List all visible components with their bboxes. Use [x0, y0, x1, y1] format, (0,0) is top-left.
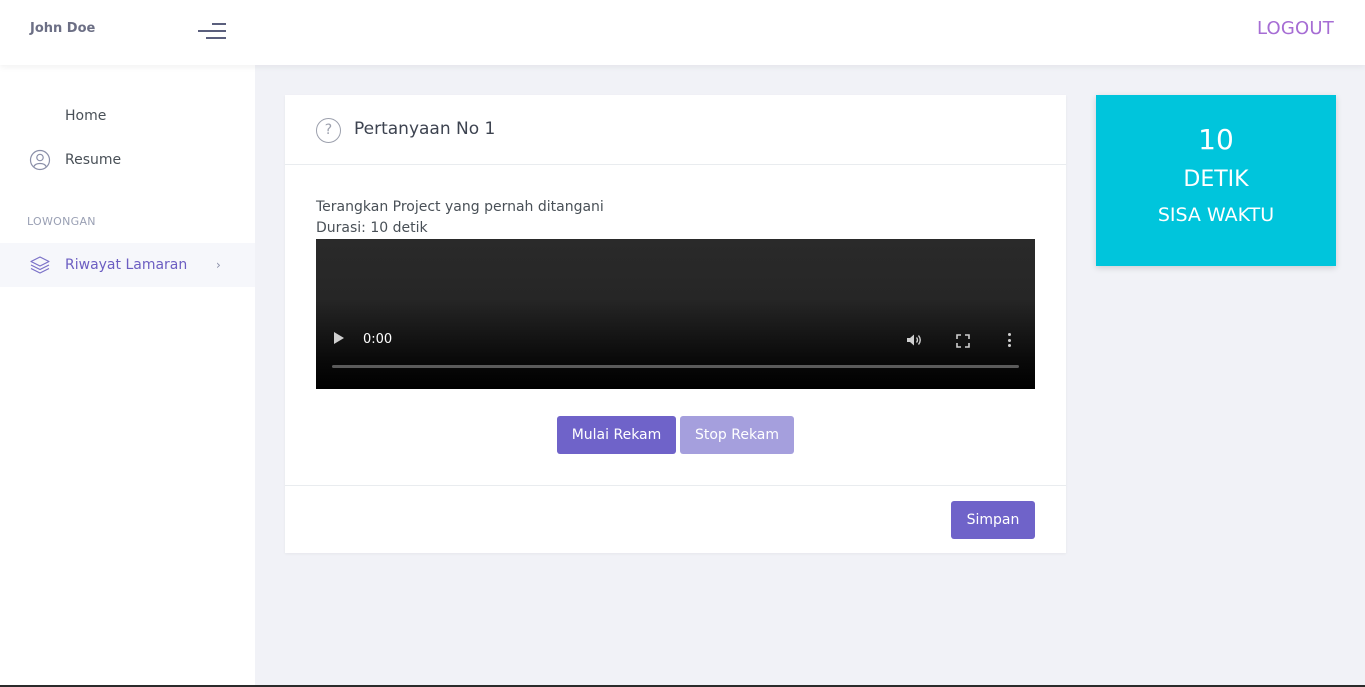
timer-value: 10: [1198, 123, 1234, 156]
video-progress-bar[interactable]: [332, 365, 1019, 368]
sidebar-section-label: LOWONGAN: [27, 215, 96, 228]
menu-toggle-icon[interactable]: [198, 22, 226, 40]
save-button[interactable]: Simpan: [951, 501, 1035, 539]
sidebar-item-label: Riwayat Lamaran: [65, 257, 188, 273]
logout-link[interactable]: LOGOUT: [1257, 18, 1334, 39]
top-bar: John Doe LOGOUT: [0, 0, 1365, 65]
timer-label: SISA WAKTU: [1157, 204, 1275, 226]
start-record-button[interactable]: Mulai Rekam: [557, 416, 676, 454]
question-circle-icon: ?: [316, 118, 341, 143]
sidebar-item-label: Home: [65, 108, 107, 124]
card-divider: [285, 485, 1066, 486]
chevron-right-icon: ›: [216, 258, 221, 272]
sidebar-item-resume[interactable]: Resume: [0, 138, 255, 182]
volume-icon[interactable]: [906, 332, 924, 346]
sidebar-item-riwayat-lamaran[interactable]: Riwayat Lamaran ›: [0, 243, 255, 287]
video-player[interactable]: 0:00: [316, 239, 1035, 389]
card-header: ? Pertanyaan No 1: [285, 95, 1066, 165]
more-options-icon[interactable]: [1008, 333, 1012, 347]
play-icon[interactable]: [334, 332, 344, 344]
sidebar-item-home[interactable]: Home: [0, 94, 255, 138]
layers-icon: [29, 254, 51, 276]
countdown-timer: 10 DETIK SISA WAKTU: [1096, 95, 1336, 266]
timer-unit: DETIK: [1183, 167, 1249, 192]
user-circle-icon: [29, 149, 51, 171]
card-title: Pertanyaan No 1: [354, 119, 496, 139]
fullscreen-icon[interactable]: [956, 333, 970, 348]
stop-record-button[interactable]: Stop Rekam: [680, 416, 794, 454]
video-time: 0:00: [363, 332, 393, 347]
sidebar-item-label: Resume: [65, 152, 122, 168]
question-duration: Durasi: 10 detik: [316, 220, 428, 236]
question-card: ? Pertanyaan No 1 Terangkan Project yang…: [285, 95, 1066, 553]
user-name: John Doe: [30, 21, 96, 36]
question-text: Terangkan Project yang pernah ditangani: [316, 199, 604, 215]
sidebar: Home Resume LOWONGAN Riwayat Lamaran ›: [0, 65, 255, 687]
